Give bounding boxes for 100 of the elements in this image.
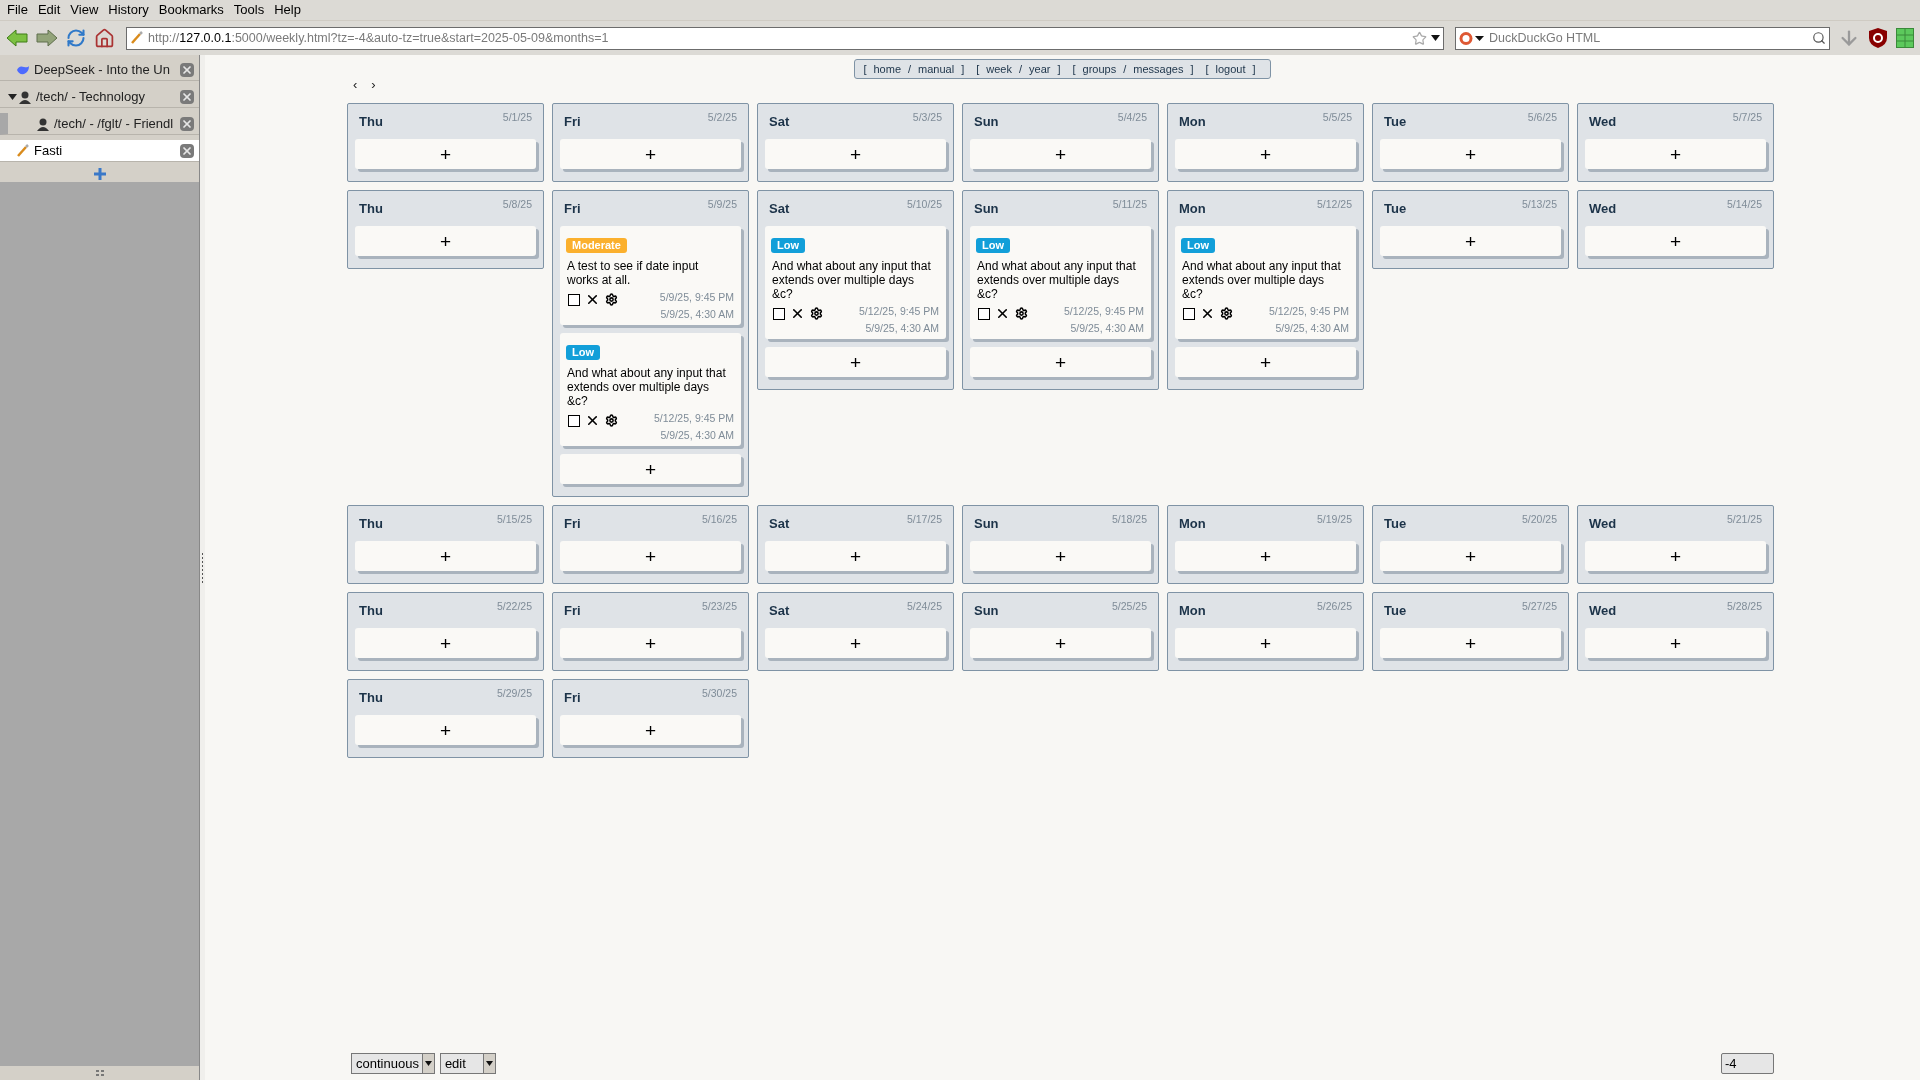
dropdown-arrow-icon[interactable] [424,1061,432,1066]
add-task-button[interactable]: + [560,139,741,169]
menu-item[interactable]: View [65,0,104,20]
add-task-button[interactable]: + [1175,628,1356,658]
task-card[interactable]: Moderate A test to see if date input works at all. 5/9/25, 9:45 PM 5/9/25, 4:30 AM [560,226,741,325]
add-task-button[interactable]: + [355,226,536,256]
add-task-button[interactable]: + [355,628,536,658]
nav-link[interactable]: messages [1133,60,1184,78]
view-select[interactable]: continuous [351,1053,435,1074]
nav-link[interactable]: manual [918,60,955,78]
done-checkbox[interactable] [568,293,580,306]
done-checkbox[interactable] [1183,307,1195,320]
weekday-label: Sat [769,200,790,218]
nav-link[interactable]: year [1029,60,1051,78]
done-checkbox[interactable] [773,307,785,320]
settings-icon[interactable] [605,293,618,306]
delete-icon[interactable] [585,413,600,428]
add-task-button[interactable]: + [560,628,741,658]
task-card[interactable]: Low And what about any input that extends over multiple days &c? 5/12/25, 9:45 PM 5/9/25, 4:30 AM [1175,226,1356,339]
nav-link[interactable]: week [986,60,1012,78]
close-icon[interactable] [180,62,194,77]
task-card[interactable]: Low And what about any input that extends over multiple days &c? 5/12/25, 9:45 PM 5/9/25, 4:30 AM [970,226,1151,339]
settings-icon[interactable] [1220,307,1233,320]
priority-badge: Moderate [566,238,627,253]
add-task-button[interactable]: + [765,347,946,377]
sidebar-tab[interactable]: /tech/ - /fglt/ - Friendl [0,113,199,135]
add-task-button[interactable]: + [1380,226,1561,256]
add-task-button[interactable]: + [970,139,1151,169]
sidebar-tab[interactable]: Fasti [0,140,199,162]
add-task-button[interactable]: + [970,347,1151,377]
add-task-button[interactable]: + [1175,139,1356,169]
add-task-button[interactable]: + [970,628,1151,658]
task-card[interactable]: Low And what about any input that extends over multiple days &c? 5/12/25, 9:45 PM 5/9/25, 4:30 AM [765,226,946,339]
add-task-button[interactable]: + [355,541,536,571]
done-checkbox[interactable] [568,414,580,427]
delete-icon[interactable] [790,306,805,321]
add-task-button[interactable]: + [560,715,741,745]
done-checkbox[interactable] [978,307,990,320]
menu-item[interactable]: Help [269,0,306,20]
add-task-button[interactable]: + [1175,541,1356,571]
close-icon[interactable] [180,89,194,104]
resize-grip-icon[interactable] [94,1069,105,1077]
delete-icon[interactable] [1200,306,1215,321]
add-task-button[interactable]: + [560,541,741,571]
weekday-label: Fri [564,602,581,620]
search-bar[interactable]: DuckDuckGo HTML [1455,26,1830,50]
close-icon[interactable] [180,143,194,158]
menu-item[interactable]: Tools [228,0,270,20]
forward-icon[interactable] [36,28,58,48]
shield-icon[interactable] [1868,27,1888,49]
delete-icon[interactable] [995,306,1010,321]
new-tab-icon[interactable] [92,167,107,181]
date-label: 5/8/25 [502,197,532,212]
next-button[interactable]: › [371,78,376,92]
avatar-icon [18,89,32,104]
dropdown-arrow-icon[interactable] [485,1061,493,1066]
add-task-button[interactable]: + [1175,347,1356,377]
nav-link[interactable]: groups [1082,60,1117,78]
settings-icon[interactable] [605,414,618,427]
add-task-button[interactable]: + [765,628,946,658]
add-task-button[interactable]: + [765,139,946,169]
settings-icon[interactable] [810,307,823,320]
bookmark-star-icon[interactable] [1412,30,1427,46]
timezone-input[interactable]: -4 [1721,1053,1774,1074]
add-task-button[interactable]: + [1585,139,1766,169]
task-card[interactable]: Low And what about any input that extends over multiple days &c? 5/12/25, 9:45 PM 5/9/25, 4:30 AM [560,333,741,446]
expand-caret-icon[interactable] [8,92,17,101]
mode-select[interactable]: edit [439,1053,496,1074]
search-field[interactable]: DuckDuckGo HTML [1489,28,1807,48]
search-engine-icon[interactable] [1459,30,1484,46]
add-task-button[interactable]: + [1380,628,1561,658]
add-task-button[interactable]: + [1380,541,1561,571]
reload-icon[interactable] [66,28,86,48]
search-icon[interactable] [1812,31,1826,45]
add-task-button[interactable]: + [1585,226,1766,256]
menu-item[interactable]: History [103,0,154,20]
splitter-grip-icon[interactable] [201,552,204,583]
home-icon[interactable] [94,27,115,49]
add-task-button[interactable]: + [560,454,741,484]
settings-icon[interactable] [1015,307,1028,320]
add-task-button[interactable]: + [355,715,536,745]
menu-item[interactable]: Bookmarks [153,0,229,20]
add-task-button[interactable]: + [355,139,536,169]
date-label: 5/6/25 [1527,110,1557,125]
add-task-button[interactable]: + [1380,139,1561,169]
back-icon[interactable] [6,28,28,48]
delete-icon[interactable] [585,292,600,307]
menu-item[interactable]: File [2,0,33,20]
add-task-button[interactable]: + [1585,541,1766,571]
menu-item[interactable]: Edit [32,0,66,20]
date-label: 5/22/25 [496,599,532,614]
add-task-button[interactable]: + [970,541,1151,571]
address-bar[interactable]: http://127.0.0.1:5000/weekly.html?tz=-4&auto-tz=true&start=2025-05-09&months=1 [126,26,1444,50]
add-task-button[interactable]: + [765,541,946,571]
nav-link[interactable]: logout [1215,60,1246,78]
dropdown-icon[interactable] [1431,35,1440,41]
add-task-button[interactable]: + [1585,628,1766,658]
nav-link[interactable]: home [873,60,901,78]
close-icon[interactable] [180,116,194,131]
previous-button[interactable]: ‹ [353,78,358,92]
